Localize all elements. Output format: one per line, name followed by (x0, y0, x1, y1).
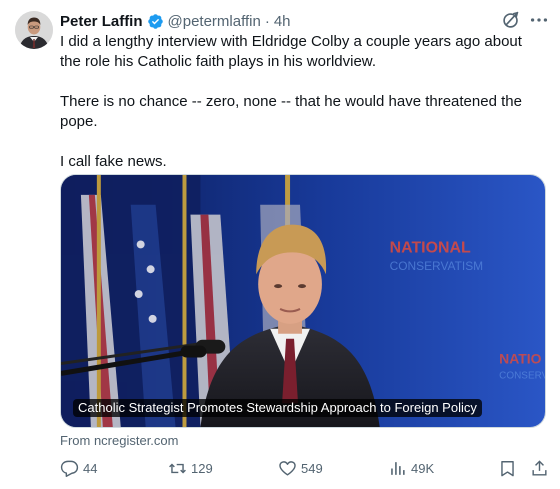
avatar[interactable] (15, 11, 53, 49)
verified-badge-icon[interactable] (147, 13, 164, 30)
views-icon (391, 461, 405, 475)
tweet[interactable]: Peter Laffin @petermlaffin · 4h I did a … (0, 0, 560, 489)
author-handle[interactable]: @petermlaffin (168, 13, 261, 30)
card-image: NATIONAL CONSERVATISM NATIO CONSERV (61, 175, 545, 427)
card-source[interactable]: From ncregister.com (60, 433, 178, 448)
tweet-header: Peter Laffin @petermlaffin · 4h (60, 11, 291, 31)
like-button[interactable]: 549 (278, 456, 323, 480)
tweet-paragraph: I did a lengthy interview with Eldridge … (60, 33, 522, 70)
avatar-image (15, 11, 53, 49)
repost-icon (169, 463, 186, 473)
share-icon (532, 459, 547, 476)
like-count: 549 (301, 460, 323, 476)
reply-icon (60, 460, 79, 477)
grok-icon[interactable] (500, 9, 522, 31)
repost-count: 129 (191, 460, 213, 476)
tweet-paragraph: I call fake news. (60, 153, 167, 170)
action-bar: 44 129 549 49K (60, 456, 550, 480)
bookmark-button[interactable] (498, 456, 521, 480)
timestamp[interactable]: 4h (274, 13, 291, 30)
tweet-text: I did a lengthy interview with Eldridge … (60, 32, 540, 192)
svg-text:CONSERV: CONSERV (499, 370, 545, 381)
author-name[interactable]: Peter Laffin (60, 13, 143, 30)
views-button[interactable]: 49K (388, 456, 434, 480)
reply-count: 44 (83, 460, 98, 476)
heart-icon (279, 460, 296, 476)
separator-dot: · (264, 12, 270, 30)
svg-text:CONSERVATISM: CONSERVATISM (390, 259, 483, 273)
reply-button[interactable]: 44 (60, 456, 97, 480)
views-count: 49K (411, 460, 435, 476)
bookmark-icon (501, 460, 514, 476)
share-button[interactable] (530, 456, 553, 480)
svg-text:NATIO: NATIO (499, 351, 541, 367)
repost-button[interactable]: 129 (168, 456, 213, 480)
svg-text:NATIONAL: NATIONAL (390, 239, 471, 256)
link-card[interactable]: NATIONAL CONSERVATISM NATIO CONSERV Cath… (60, 174, 546, 428)
more-options-icon[interactable] (528, 9, 550, 31)
card-title[interactable]: Catholic Strategist Promotes Stewardship… (73, 399, 482, 417)
tweet-paragraph: There is no chance -- zero, none -- that… (60, 93, 522, 130)
